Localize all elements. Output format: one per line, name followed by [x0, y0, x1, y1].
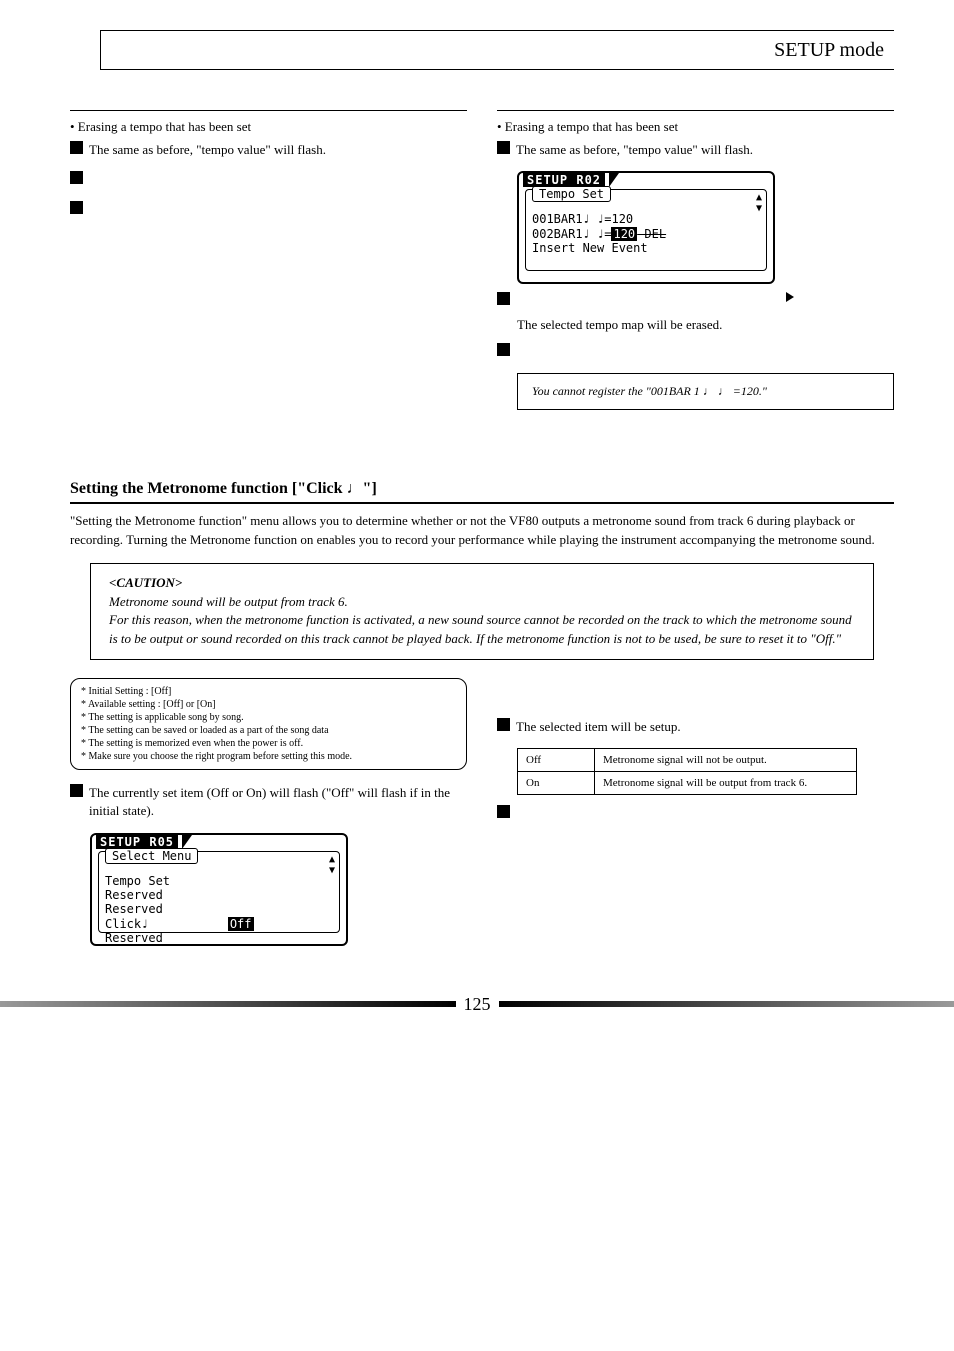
table-cell-value: Metronome signal will be output from tra… [595, 772, 857, 795]
scroll-indicator: ▲▼ [756, 192, 762, 214]
page-header: SETUP mode [100, 30, 894, 70]
step-marker [70, 141, 83, 154]
settings-info-box: * Initial Setting : [Off] * Available se… [70, 678, 467, 770]
table-cell-key: On [518, 772, 595, 795]
metronome-title: Setting the Metronome function ["Click ♩… [70, 480, 894, 498]
lcd-line1: 001BAR1♩ ♩=120 [532, 212, 633, 226]
setting-line: * The setting is memorized even when the… [81, 737, 456, 750]
step-2-left [89, 171, 467, 189]
settings-table: Off Metronome signal will not be output.… [517, 748, 857, 795]
setting-line: * Available setting : [Off] or [On] [81, 698, 456, 711]
table-row: On Metronome signal will be output from … [518, 772, 857, 795]
table-row: Off Metronome signal will not be output. [518, 749, 857, 772]
erase-heading-left: • Erasing a tempo that has been set [70, 119, 467, 135]
setting-line: * Initial Setting : [Off] [81, 685, 456, 698]
lcd5-line2: Reserved [105, 888, 163, 902]
step-1-left: The same as before, "tempo value" will f… [89, 141, 467, 159]
step-marker [497, 141, 510, 154]
caution-box: <CAUTION> Metronome sound will be output… [90, 563, 874, 660]
step-1-right: The same as before, "tempo value" will f… [516, 141, 894, 159]
lcd-line3: Insert New Event [532, 241, 648, 255]
play-icon [786, 292, 794, 302]
lcd-subtitle: Select Menu [105, 848, 198, 864]
table-cell-value: Metronome signal will not be output. [595, 749, 857, 772]
lcd5-line4-value: Off [228, 917, 254, 931]
setting-line: * The setting can be saved or loaded as … [81, 724, 456, 737]
lcd5-line1: Tempo Set [105, 874, 170, 888]
step-3-left [89, 201, 467, 219]
metronome-body: "Setting the Metronome function" menu al… [70, 512, 894, 548]
lcd-display-r02: SETUP R02 Tempo Set ▲▼ 001BAR1♩ ♩=120 00… [497, 171, 894, 284]
lcd-title-decoration [609, 173, 619, 187]
setting-line: * The setting is applicable song by song… [81, 711, 456, 724]
lcd-content: 001BAR1♩ ♩=120 002BAR1♩ ♩=120 DEL Insert… [532, 212, 760, 255]
setting-line: * Make sure you choose the right program… [81, 750, 456, 763]
step-marker [70, 201, 83, 214]
step-marker [497, 343, 510, 356]
lcd5-line5: Reserved [105, 931, 163, 945]
step-1-metronome: The currently set item (Off or On) will … [89, 784, 467, 820]
step-3-metronome [516, 805, 894, 823]
page-number: 125 [456, 994, 499, 1015]
step-2-right: The selected tempo map will be erased. [517, 317, 894, 333]
table-cell-key: Off [518, 749, 595, 772]
lcd-title-decoration [182, 835, 192, 849]
note-box: You cannot register the "001BAR 1 ♩ ♩ =1… [517, 373, 894, 410]
footer-bar-left [0, 1001, 456, 1007]
step-marker [497, 718, 510, 731]
header-title: SETUP mode [774, 39, 884, 62]
caution-title: <CAUTION> [109, 575, 182, 590]
note-text: You cannot register the "001BAR 1 ♩ ♩ =1… [532, 384, 767, 398]
scroll-indicator: ▲▼ [329, 854, 335, 876]
step-2-metronome: The selected item will be setup. [516, 718, 894, 736]
lcd-line2a: 002BAR1♩ ♩= [532, 227, 611, 241]
step-marker [70, 171, 83, 184]
lcd5-line4a: Click♩ [105, 917, 228, 931]
step-marker [497, 292, 510, 305]
lcd-display-r05: SETUP R05 Select Menu ▲▼ Tempo Set Reser… [70, 833, 467, 946]
step-3-right [516, 343, 894, 361]
lcd-title: SETUP R05 [96, 835, 178, 849]
lcd-title: SETUP R02 [523, 173, 605, 187]
footer-bar-right [499, 1001, 954, 1007]
lcd-content: Tempo Set Reserved Reserved Click♩ Off R… [105, 874, 333, 946]
caution-text: Metronome sound will be output from trac… [109, 594, 852, 647]
lcd-line2-value: 120 [611, 227, 637, 241]
erase-heading-right: • Erasing a tempo that has been set [497, 119, 894, 135]
step-marker [497, 805, 510, 818]
lcd5-line3: Reserved [105, 902, 163, 916]
step-marker [70, 784, 83, 797]
lcd-subtitle: Tempo Set [532, 186, 611, 202]
left-column: • Erasing a tempo that has been set The … [70, 110, 467, 420]
right-column: • Erasing a tempo that has been set The … [497, 110, 894, 420]
page-footer: 125 [0, 994, 954, 1015]
lcd-line2-del: DEL [637, 227, 666, 241]
